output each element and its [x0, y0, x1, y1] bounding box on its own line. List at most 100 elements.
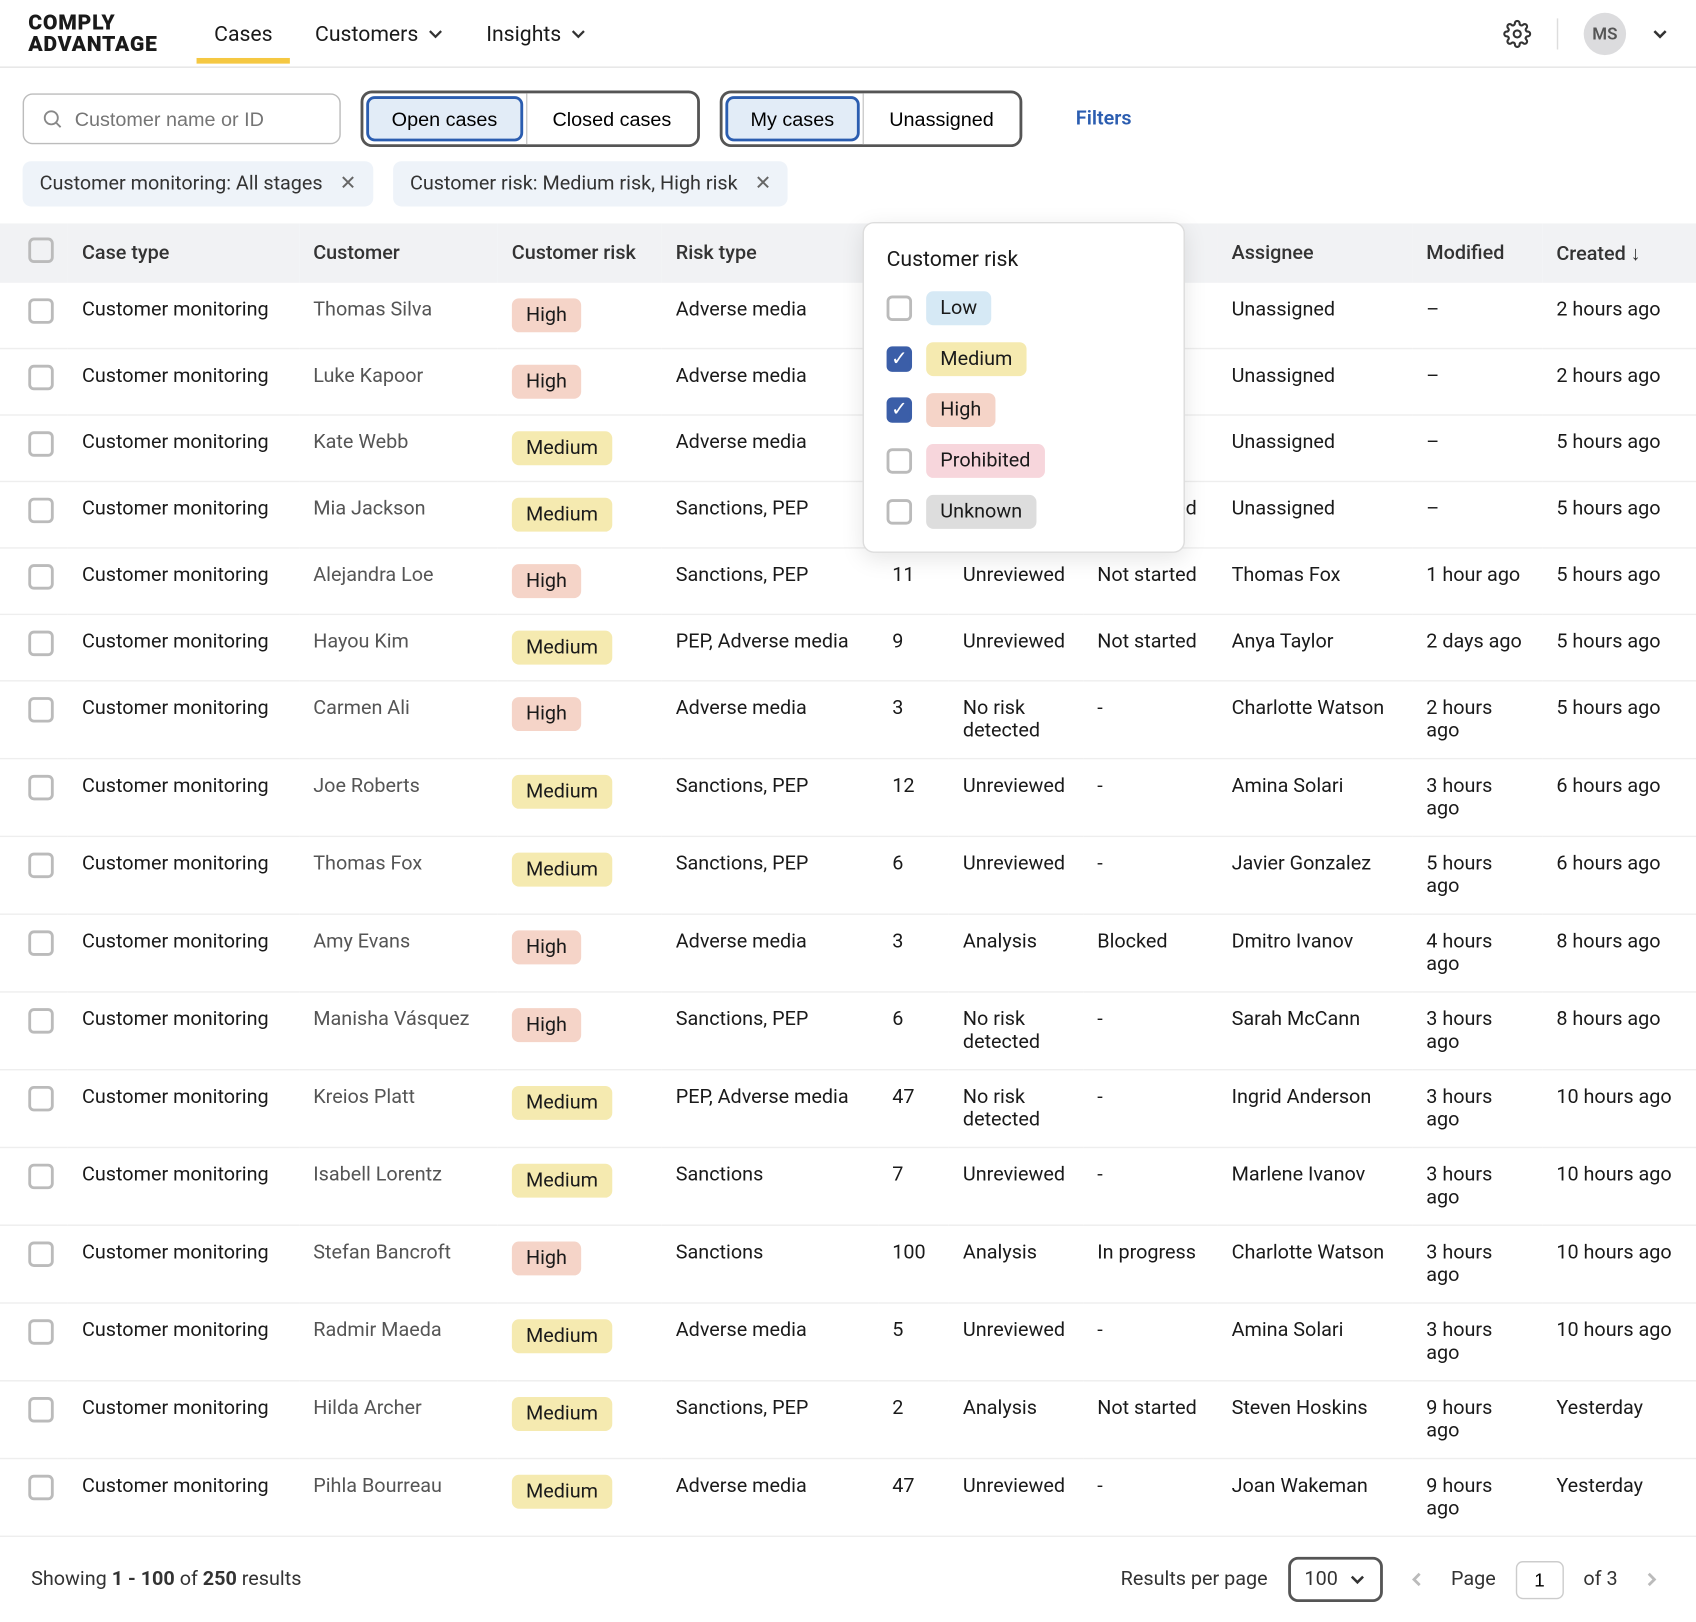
row-checkbox[interactable]: [28, 697, 53, 722]
row-checkbox[interactable]: [28, 1319, 53, 1344]
risk-badge: High: [512, 930, 581, 964]
table-row[interactable]: Customer monitoring Manisha Vásquez High…: [0, 992, 1696, 1070]
user-avatar[interactable]: MS: [1584, 12, 1626, 54]
next-page-button[interactable]: [1637, 1570, 1665, 1590]
row-checkbox[interactable]: [28, 431, 53, 456]
table-row[interactable]: Customer monitoring Luke Kapoor High Adv…: [0, 349, 1696, 415]
select-all-checkbox[interactable]: [28, 238, 53, 263]
cell-review: No risk detected: [949, 992, 1083, 1070]
risk-option[interactable]: Unknown: [887, 495, 1161, 529]
risk-badge: High: [512, 564, 581, 598]
chevron-down-icon[interactable]: [1652, 25, 1669, 42]
table-row[interactable]: Customer monitoring Mia Jackson Medium S…: [0, 481, 1696, 547]
chip-risk[interactable]: Customer risk: Medium risk, High risk ✕: [393, 161, 788, 206]
cell-created: 5 hours ago: [1542, 481, 1696, 547]
cell-modified: 5 hours ago: [1412, 836, 1542, 914]
prev-page-button[interactable]: [1403, 1570, 1431, 1590]
col-case-type[interactable]: Case type: [68, 223, 299, 282]
checkbox[interactable]: [887, 448, 912, 473]
checkbox[interactable]: [887, 296, 912, 321]
risk-option[interactable]: Low: [887, 291, 1161, 325]
table-row[interactable]: Customer monitoring Alejandra Loe High S…: [0, 548, 1696, 614]
cell-items: 47: [878, 1459, 949, 1536]
search-input[interactable]: [75, 107, 323, 130]
nav-customers[interactable]: Customers: [315, 4, 444, 63]
results-per-page-select[interactable]: 100: [1287, 1557, 1383, 1602]
seg-unassigned[interactable]: Unassigned: [862, 93, 1019, 144]
cell-stage: -: [1083, 1147, 1217, 1225]
cell-case-type: Customer monitoring: [68, 1225, 299, 1303]
cell-created: 5 hours ago: [1542, 681, 1696, 759]
cell-review: No risk detected: [949, 681, 1083, 759]
risk-option[interactable]: ✓ Medium: [887, 342, 1161, 376]
table-row[interactable]: Customer monitoring Amy Evans High Adver…: [0, 914, 1696, 992]
table-row[interactable]: Customer monitoring Kate Webb Medium Adv…: [0, 415, 1696, 481]
row-checkbox[interactable]: [28, 1397, 53, 1422]
page-input[interactable]: [1516, 1560, 1564, 1598]
table-row[interactable]: Customer monitoring Carmen Ali High Adve…: [0, 681, 1696, 759]
footer-right: Results per page 100 Page of 3: [1121, 1557, 1666, 1602]
col-customer[interactable]: Customer: [299, 223, 498, 282]
results-summary: Showing 1 - 100 of 250 results: [31, 1568, 301, 1591]
chevron-down-icon: [427, 25, 444, 42]
row-checkbox[interactable]: [28, 1475, 53, 1500]
cell-created: 10 hours ago: [1542, 1225, 1696, 1303]
checkbox[interactable]: ✓: [887, 397, 912, 422]
cell-created: 10 hours ago: [1542, 1070, 1696, 1148]
risk-option[interactable]: Prohibited: [887, 444, 1161, 478]
row-checkbox[interactable]: [28, 1086, 53, 1111]
risk-option[interactable]: ✓ High: [887, 393, 1161, 427]
table-row[interactable]: Customer monitoring Thomas Silva High Ad…: [0, 283, 1696, 349]
row-checkbox[interactable]: [28, 365, 53, 390]
close-icon[interactable]: ✕: [340, 173, 357, 196]
col-created[interactable]: Created ↓: [1542, 223, 1696, 282]
table-row[interactable]: Customer monitoring Hilda Archer Medium …: [0, 1381, 1696, 1459]
seg-open-cases[interactable]: Open cases: [366, 96, 523, 141]
seg-my-cases[interactable]: My cases: [725, 96, 860, 141]
col-assignee[interactable]: Assignee: [1217, 223, 1412, 282]
nav-insights[interactable]: Insights: [486, 4, 587, 63]
risk-badge: Medium: [512, 1475, 612, 1509]
filters-link[interactable]: Filters: [1076, 107, 1132, 130]
row-checkbox[interactable]: [28, 298, 53, 323]
row-checkbox[interactable]: [28, 498, 53, 523]
cell-modified: 3 hours ago: [1412, 1147, 1542, 1225]
close-icon[interactable]: ✕: [755, 173, 772, 196]
cell-assignee: Charlotte Watson: [1217, 681, 1412, 759]
cell-items: 100: [878, 1225, 949, 1303]
table-row[interactable]: Customer monitoring Pihla Bourreau Mediu…: [0, 1459, 1696, 1536]
col-modified[interactable]: Modified: [1412, 223, 1542, 282]
cell-modified: 3 hours ago: [1412, 1303, 1542, 1381]
table-row[interactable]: Customer monitoring Kreios Platt Medium …: [0, 1070, 1696, 1148]
cell-risk-type: Adverse media: [662, 1303, 878, 1381]
cell-modified: 1 hour ago: [1412, 548, 1542, 614]
checkbox[interactable]: ✓: [887, 346, 912, 371]
table-row[interactable]: Customer monitoring Thomas Fox Medium Sa…: [0, 836, 1696, 914]
col-risk-type[interactable]: Risk type: [662, 223, 878, 282]
row-checkbox[interactable]: [28, 775, 53, 800]
row-checkbox[interactable]: [28, 564, 53, 589]
cell-stage: Not started: [1083, 614, 1217, 680]
nav-cases[interactable]: Cases: [214, 4, 273, 63]
table-row[interactable]: Customer monitoring Stefan Bancroft High…: [0, 1225, 1696, 1303]
gear-icon[interactable]: [1503, 19, 1531, 47]
table-row[interactable]: Customer monitoring Joe Roberts Medium S…: [0, 759, 1696, 837]
row-checkbox[interactable]: [28, 930, 53, 955]
cell-case-type: Customer monitoring: [68, 1303, 299, 1381]
cell-review: Analysis: [949, 914, 1083, 992]
table-row[interactable]: Customer monitoring Radmir Maeda Medium …: [0, 1303, 1696, 1381]
table-row[interactable]: Customer monitoring Isabell Lorentz Medi…: [0, 1147, 1696, 1225]
checkbox[interactable]: [887, 499, 912, 524]
col-customer-risk[interactable]: Customer risk: [498, 223, 662, 282]
chip-stages[interactable]: Customer monitoring: All stages ✕: [23, 161, 374, 206]
row-checkbox[interactable]: [28, 631, 53, 656]
row-checkbox[interactable]: [28, 853, 53, 878]
cell-items: 3: [878, 681, 949, 759]
table-row[interactable]: Customer monitoring Hayou Kim Medium PEP…: [0, 614, 1696, 680]
row-checkbox[interactable]: [28, 1241, 53, 1266]
row-checkbox[interactable]: [28, 1008, 53, 1033]
cell-case-type: Customer monitoring: [68, 1381, 299, 1459]
row-checkbox[interactable]: [28, 1164, 53, 1189]
search-box[interactable]: [23, 93, 341, 144]
seg-closed-cases[interactable]: Closed cases: [526, 93, 697, 144]
